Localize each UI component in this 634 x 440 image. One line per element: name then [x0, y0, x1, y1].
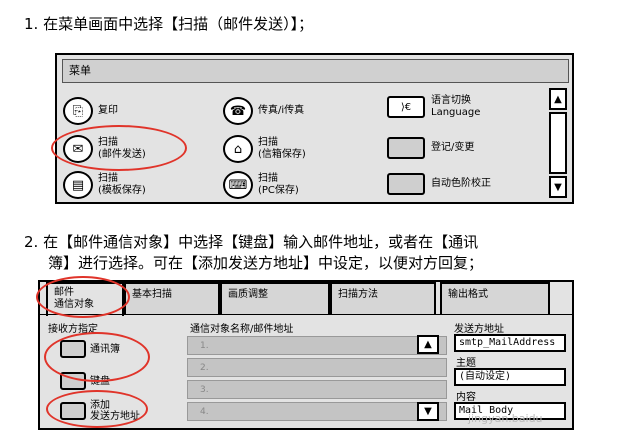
keyboard-square — [60, 372, 86, 390]
address-book-square — [60, 340, 86, 358]
step2-text-line1: 2. 在【邮件通信对象】中选择【键盘】输入邮件地址，或者在【通讯 — [24, 233, 479, 251]
keyboard-label: 键盘 — [90, 375, 110, 387]
address-book-button[interactable]: 通讯簿 — [60, 340, 120, 358]
scan-mailbox-icon: ⌂ — [223, 135, 253, 163]
recipient-label: 接收方指定 — [48, 324, 98, 335]
sender-address-field[interactable]: smtp_MailAddress — [454, 334, 566, 352]
scan-mail-label: 扫描 — [98, 137, 118, 148]
scroll-up-button[interactable]: ▲ — [549, 88, 567, 110]
step1-text: 1. 在菜单画面中选择【扫描（邮件发送）】； — [24, 15, 314, 33]
scan-mailbox-sub-label: (信箱保存) — [258, 149, 306, 160]
tab-scan-method[interactable]: 扫描方法 — [330, 282, 436, 314]
tab-mail-recipient-line1: 邮件 — [54, 287, 74, 298]
keyboard-button[interactable]: 键盘 — [60, 372, 110, 390]
tab-mail-recipient-line2: 通信对象 — [54, 299, 94, 310]
scan-mail-button[interactable]: ✉ 扫描 (邮件发送) — [63, 135, 146, 163]
tab-divider — [40, 314, 572, 315]
recipient-row-2[interactable]: 2. — [187, 358, 447, 377]
subject-label: 主题 — [456, 358, 476, 369]
auto-gradation-square — [387, 173, 425, 195]
menu-panel: 菜单 ⎘ 复印 ☎ 传真/i传真 ⟩€ 语言切换 Language ✉ 扫描 (邮件… — [51, 53, 574, 204]
fax-icon: ☎ — [223, 97, 253, 125]
recipient-row-4[interactable]: 4. — [187, 402, 447, 421]
recipient-row-3[interactable]: 3. — [187, 380, 447, 399]
register-change-label: 登记/变更 — [431, 142, 475, 153]
fax-button[interactable]: ☎ 传真/i传真 — [223, 97, 304, 125]
scan-mail-icon: ✉ — [63, 135, 93, 163]
list-scroll-up-button[interactable]: ▲ — [417, 335, 439, 354]
tab-basic-scan[interactable]: 基本扫描 — [124, 282, 220, 314]
tab-image-quality[interactable]: 画质调整 — [220, 282, 330, 314]
scan-template-icon: ▤ — [63, 171, 93, 199]
subject-field[interactable]: (自动设定) — [454, 368, 566, 386]
add-sender-label-line2: 发送方地址 — [90, 411, 140, 422]
register-change-button[interactable]: 登记/变更 — [387, 137, 474, 159]
scroll-down-button[interactable]: ▼ — [549, 176, 567, 198]
scan-mailbox-button[interactable]: ⌂ 扫描 (信箱保存) — [223, 135, 306, 163]
mail-settings-panel: 邮件 通信对象 基本扫描 画质调整 扫描方法 输出格式 接收方指定 通信对象名称… — [36, 276, 574, 430]
copy-icon: ⎘ — [63, 97, 93, 125]
language-label: 语言切换 — [431, 95, 471, 106]
register-change-square — [387, 137, 425, 159]
language-button[interactable]: ⟩€ 语言切换 Language — [387, 95, 480, 119]
scan-mail-sub-label: (邮件发送) — [98, 149, 146, 160]
add-sender-button[interactable]: 添加 发送方地址 — [60, 400, 140, 422]
auto-gradation-label: 自动色阶校正 — [431, 178, 491, 189]
sender-label: 发送方地址 — [454, 324, 504, 335]
scan-template-sub-label: (模板保存) — [98, 185, 146, 196]
menu-title: 菜单 — [62, 59, 569, 83]
auto-gradation-button[interactable]: 自动色阶校正 — [387, 173, 491, 195]
body-label: 内容 — [456, 392, 476, 403]
recipient-row-1[interactable]: 1. — [187, 336, 447, 355]
add-sender-square — [60, 402, 86, 420]
address-book-label: 通讯簿 — [90, 343, 120, 355]
list-header: 通信对象名称/邮件地址 — [190, 324, 294, 335]
scan-mailbox-label: 扫描 — [258, 137, 278, 148]
language-sub-label: Language — [431, 107, 481, 118]
scan-pc-sub-label: (PC保存) — [258, 185, 299, 196]
tab-output-format[interactable]: 输出格式 — [440, 282, 550, 314]
scrollbar-track[interactable] — [549, 112, 567, 174]
scan-pc-label: 扫描 — [258, 173, 278, 184]
list-scroll-down-button[interactable]: ▼ — [417, 402, 439, 421]
copy-button[interactable]: ⎘ 复印 — [63, 97, 118, 125]
tab-mail-recipient[interactable]: 邮件 通信对象 — [46, 282, 124, 316]
watermark: jingyan.baidu — [468, 412, 543, 425]
language-icon: ⟩€ — [387, 96, 425, 118]
scan-template-label: 扫描 — [98, 173, 118, 184]
step2-text-line2: 簿】进行选择。可在【添加发送方地址】中设定，以便对方回复； — [48, 254, 484, 272]
scan-template-button[interactable]: ▤ 扫描 (模板保存) — [63, 171, 146, 199]
scan-pc-icon: ⌨ — [223, 171, 253, 199]
copy-label: 复印 — [98, 105, 118, 116]
add-sender-label-line1: 添加 — [90, 400, 110, 411]
fax-label: 传真/i传真 — [258, 105, 305, 116]
scan-pc-button[interactable]: ⌨ 扫描 (PC保存) — [223, 171, 299, 199]
